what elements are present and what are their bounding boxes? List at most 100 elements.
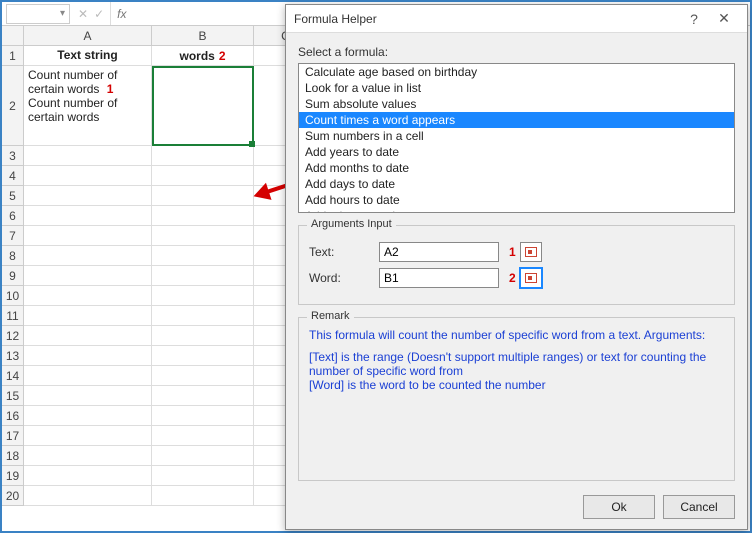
cancel-formula-icon[interactable]: ✕	[78, 7, 88, 21]
remark-text: This formula will count the number of sp…	[309, 328, 724, 392]
formula-item[interactable]: Look for a value in list	[299, 80, 734, 96]
row-header[interactable]: 20	[2, 486, 24, 506]
cell[interactable]	[24, 226, 152, 246]
cell[interactable]	[152, 146, 254, 166]
formula-item[interactable]: Calculate age based on birthday	[299, 64, 734, 80]
formula-item[interactable]: Add hours to date	[299, 192, 734, 208]
formula-listbox[interactable]: Calculate age based on birthday Look for…	[298, 63, 735, 213]
formula-item[interactable]: Sum numbers in a cell	[299, 128, 734, 144]
cell[interactable]	[24, 426, 152, 446]
callout-1: 1	[107, 82, 114, 96]
row-header[interactable]: 12	[2, 326, 24, 346]
cell[interactable]	[152, 206, 254, 226]
formula-item[interactable]: Add months to date	[299, 160, 734, 176]
row-header[interactable]: 13	[2, 346, 24, 366]
cell[interactable]	[24, 346, 152, 366]
arg-text-label: Text:	[309, 245, 379, 259]
cell-B2[interactable]	[152, 66, 254, 146]
col-header-B[interactable]: B	[152, 26, 254, 46]
cell[interactable]	[24, 486, 152, 506]
row-header[interactable]: 19	[2, 466, 24, 486]
formula-helper-dialog: Formula Helper ? ✕ Select a formula: Cal…	[285, 4, 748, 530]
arg-text-input[interactable]	[379, 242, 499, 262]
cell[interactable]	[24, 446, 152, 466]
callout-text: 1	[509, 245, 516, 259]
chevron-down-icon[interactable]: ▾	[60, 8, 65, 19]
cell[interactable]	[152, 306, 254, 326]
cell[interactable]	[24, 386, 152, 406]
formula-item[interactable]: Sum absolute values	[299, 96, 734, 112]
cell[interactable]	[152, 366, 254, 386]
accept-formula-icon[interactable]: ✓	[94, 7, 104, 21]
arg-word-input[interactable]	[379, 268, 499, 288]
cell[interactable]	[152, 346, 254, 366]
cell[interactable]	[24, 166, 152, 186]
formula-item[interactable]: Add days to date	[299, 176, 734, 192]
cell[interactable]	[24, 466, 152, 486]
cell[interactable]	[24, 246, 152, 266]
remark-group: Remark This formula will count the numbe…	[298, 317, 735, 481]
cell[interactable]	[152, 226, 254, 246]
cell-B1[interactable]: words 2	[152, 46, 254, 66]
cell[interactable]	[152, 166, 254, 186]
row-header[interactable]: 16	[2, 406, 24, 426]
select-all-corner[interactable]	[2, 26, 24, 46]
cell[interactable]	[152, 286, 254, 306]
cell[interactable]	[24, 146, 152, 166]
cell-A1[interactable]: Text string	[24, 46, 152, 66]
cell[interactable]	[152, 386, 254, 406]
arguments-input-group: Arguments Input Text: 1 Word: 2	[298, 225, 735, 305]
cell-A2[interactable]: Count number of certain words 1Count num…	[24, 66, 152, 146]
cell[interactable]	[24, 306, 152, 326]
cell[interactable]	[152, 186, 254, 206]
cell[interactable]	[24, 326, 152, 346]
row-header[interactable]: 9	[2, 266, 24, 286]
row-header[interactable]: 17	[2, 426, 24, 446]
row-header[interactable]: 6	[2, 206, 24, 226]
cell[interactable]	[152, 486, 254, 506]
col-header-A[interactable]: A	[24, 26, 152, 46]
cell[interactable]	[152, 466, 254, 486]
dialog-title: Formula Helper	[294, 12, 377, 26]
range-select-button[interactable]	[520, 268, 542, 288]
cell[interactable]	[24, 286, 152, 306]
cell[interactable]	[152, 406, 254, 426]
range-select-button[interactable]	[520, 242, 542, 262]
close-button[interactable]: ✕	[709, 10, 739, 27]
cell[interactable]	[24, 266, 152, 286]
row-header[interactable]: 8	[2, 246, 24, 266]
cell[interactable]	[24, 366, 152, 386]
fx-icon[interactable]: fx	[111, 7, 132, 21]
row-header[interactable]: 4	[2, 166, 24, 186]
cell[interactable]	[24, 186, 152, 206]
cell[interactable]	[152, 246, 254, 266]
row-header[interactable]: 10	[2, 286, 24, 306]
row-header[interactable]: 11	[2, 306, 24, 326]
row-header[interactable]: 18	[2, 446, 24, 466]
range-select-icon	[525, 247, 537, 257]
formula-item-selected[interactable]: Count times a word appears	[299, 112, 734, 128]
name-box[interactable]: ▾	[6, 4, 70, 24]
formula-item[interactable]: Add years to date	[299, 144, 734, 160]
callout-2: 2	[219, 49, 226, 63]
formula-item[interactable]: Add minutes to date	[299, 208, 734, 213]
remark-line: [Text] is the range (Doesn't support mul…	[309, 350, 724, 378]
row-header[interactable]: 3	[2, 146, 24, 166]
help-button[interactable]: ?	[679, 11, 709, 27]
row-header[interactable]: 7	[2, 226, 24, 246]
cancel-button[interactable]: Cancel	[663, 495, 735, 519]
dialog-titlebar[interactable]: Formula Helper ? ✕	[286, 5, 747, 33]
ok-button[interactable]: Ok	[583, 495, 655, 519]
row-header[interactable]: 1	[2, 46, 24, 66]
cell[interactable]	[152, 446, 254, 466]
cell[interactable]	[152, 426, 254, 446]
cell[interactable]	[152, 266, 254, 286]
cell[interactable]	[24, 206, 152, 226]
row-header[interactable]: 5	[2, 186, 24, 206]
cell[interactable]	[152, 326, 254, 346]
row-header[interactable]: 2	[2, 66, 24, 146]
cell[interactable]	[24, 406, 152, 426]
cell-A2-text: Count number of certain words 1Count num…	[28, 68, 147, 124]
row-header[interactable]: 15	[2, 386, 24, 406]
row-header[interactable]: 14	[2, 366, 24, 386]
